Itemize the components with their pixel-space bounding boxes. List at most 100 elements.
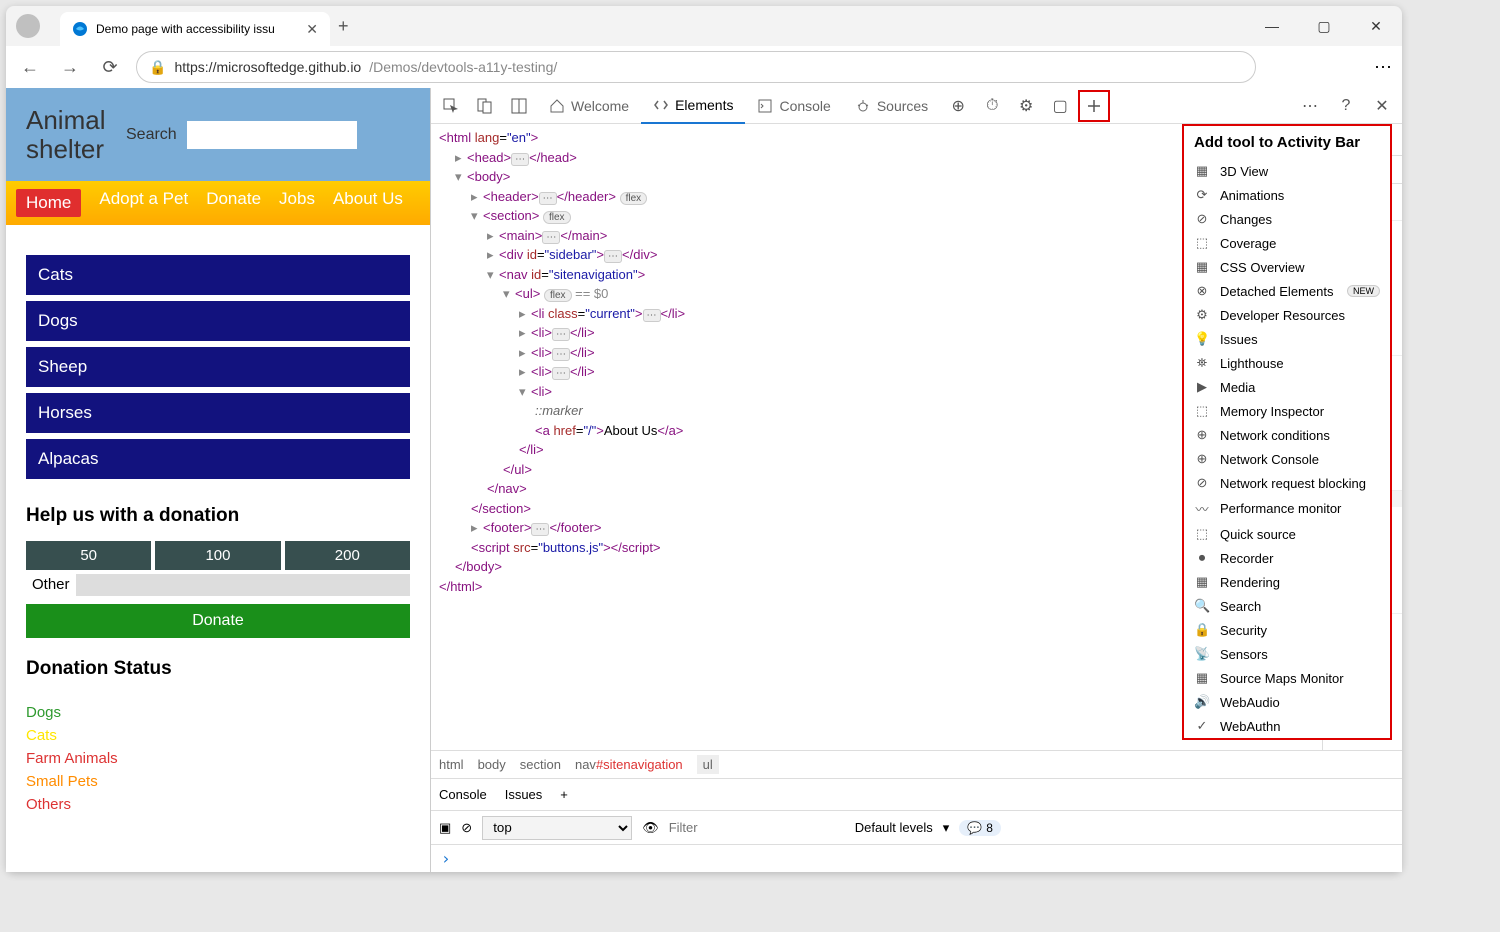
sidebar-item[interactable]: Alpacas — [26, 439, 410, 479]
sidebar-item[interactable]: Cats — [26, 255, 410, 295]
add-tool-menu-item[interactable]: ▶Media — [1184, 375, 1390, 399]
nav-item[interactable]: About Us — [333, 189, 403, 217]
other-row: Other — [26, 574, 410, 596]
add-tool-menu-item[interactable]: ⬚Memory Inspector — [1184, 399, 1390, 423]
settings-icon[interactable]: ⚙ — [1010, 90, 1042, 122]
add-tool-menu-item[interactable]: ⊗Detached ElementsNEW — [1184, 279, 1390, 303]
back-button[interactable]: ← — [16, 57, 44, 78]
network-throttle-icon[interactable]: ⊕ — [942, 90, 974, 122]
drawer-add-icon[interactable]: + — [560, 787, 568, 802]
drawer-tab-issues[interactable]: Issues — [505, 787, 543, 802]
devtools-drawer: Console Issues + ▣ ⊘ top 👁 Default level… — [431, 778, 1402, 872]
forward-button[interactable]: → — [56, 57, 84, 78]
browser-tab[interactable]: Demo page with accessibility issu ✕ — [60, 12, 330, 46]
nav-item[interactable]: Jobs — [279, 189, 315, 217]
console-sidebar-icon[interactable]: ▣ — [439, 820, 451, 836]
nav-item[interactable]: Adopt a Pet — [99, 189, 188, 217]
devtools-close-icon[interactable]: ✕ — [1366, 90, 1398, 122]
add-tool-menu-item[interactable]: ⊕Network conditions — [1184, 423, 1390, 447]
nav-item[interactable]: Donate — [206, 189, 261, 217]
donation-title: Help us with a donation — [26, 505, 410, 527]
devtools-tab[interactable]: Elements — [641, 88, 745, 124]
console-prompt[interactable]: › — [431, 845, 1402, 872]
profile-icon[interactable] — [16, 14, 40, 38]
tool-icon: ⟳ — [1194, 187, 1210, 203]
new-tab-button[interactable]: + — [338, 16, 349, 37]
status-item: Small Pets — [26, 773, 410, 790]
add-tool-menu-item[interactable]: 📡Sensors — [1184, 642, 1390, 666]
nav-item[interactable]: Home — [16, 189, 81, 217]
add-tool-menu-item[interactable]: ⊘Changes — [1184, 207, 1390, 231]
tool-icon: 🔊 — [1194, 694, 1210, 710]
minimize-button[interactable]: — — [1256, 18, 1288, 35]
add-tool-menu-item[interactable]: ⬚Coverage — [1184, 231, 1390, 255]
add-tool-menu-item[interactable]: ⛯Lighthouse — [1184, 351, 1390, 375]
breadcrumb-item[interactable]: nav#sitenavigation — [575, 757, 683, 772]
add-tool-menu-item[interactable]: 🔊WebAudio — [1184, 690, 1390, 714]
close-button[interactable]: ✕ — [1360, 18, 1392, 35]
application-icon[interactable]: ▢ — [1044, 90, 1076, 122]
devtools-more-icon[interactable]: ⋯ — [1294, 90, 1326, 122]
breadcrumb-item[interactable]: ul — [697, 755, 719, 774]
console-filter[interactable] — [669, 816, 845, 840]
add-tool-menu-item[interactable]: 〰Performance monitor — [1184, 495, 1390, 522]
add-tool-menu-item[interactable]: 💡Issues — [1184, 327, 1390, 351]
add-tool-menu-item[interactable]: 🔍Search — [1184, 594, 1390, 618]
donate-button[interactable]: Donate — [26, 604, 410, 638]
panel-layout-icon[interactable] — [503, 90, 535, 122]
tool-icon: ▦ — [1194, 259, 1210, 275]
drawer-tab-console[interactable]: Console — [439, 787, 487, 802]
device-toggle-icon[interactable] — [469, 90, 501, 122]
rendered-page[interactable]: Animal shelter Search HomeAdopt a PetDon… — [6, 88, 430, 872]
issue-badge[interactable]: 💬 8 — [959, 820, 1001, 836]
dom-breadcrumb[interactable]: html body section nav#sitenavigation ul — [431, 750, 1402, 778]
amount-button[interactable]: 200 — [285, 541, 410, 570]
add-tool-menu-item[interactable]: ⏺Recorder — [1184, 546, 1390, 570]
add-tool-menu-item[interactable]: ⊘Network request blocking — [1184, 471, 1390, 495]
more-menu-icon[interactable]: ⋯ — [1374, 57, 1392, 78]
tool-icon: ⊘ — [1194, 211, 1210, 227]
performance-icon[interactable]: ⏱ — [976, 90, 1008, 122]
console-context[interactable]: top — [482, 816, 632, 840]
refresh-button[interactable]: ⟳ — [96, 57, 124, 78]
log-levels[interactable]: Default levels — [855, 820, 933, 835]
sidebar-item[interactable]: Horses — [26, 393, 410, 433]
other-input[interactable] — [76, 574, 410, 596]
inspect-element-icon[interactable] — [435, 90, 467, 122]
add-tool-button[interactable] — [1078, 90, 1110, 122]
devtools-tab[interactable]: Sources — [843, 88, 940, 124]
sidebar-item[interactable]: Sheep — [26, 347, 410, 387]
donation-section: Help us with a donation 50100200 Other D… — [6, 495, 430, 648]
add-tool-menu-item[interactable]: ▦Rendering — [1184, 570, 1390, 594]
amount-button[interactable]: 50 — [26, 541, 151, 570]
devtools-tab[interactable]: Welcome — [537, 88, 641, 124]
sidebar-item[interactable]: Dogs — [26, 301, 410, 341]
devtools-tab[interactable]: Console — [745, 88, 842, 124]
add-tool-menu-item[interactable]: ▦CSS Overview — [1184, 255, 1390, 279]
add-tool-menu-item[interactable]: ⊕Network Console — [1184, 447, 1390, 471]
tool-icon: ⊕ — [1194, 451, 1210, 467]
search-input[interactable] — [187, 121, 357, 149]
add-tool-menu-item[interactable]: ⟳Animations — [1184, 183, 1390, 207]
live-expression-icon[interactable]: 👁 — [642, 820, 659, 836]
code-icon — [653, 97, 669, 113]
breadcrumb-item[interactable]: section — [520, 757, 561, 772]
add-tool-menu-item[interactable]: ⬚Quick source — [1184, 522, 1390, 546]
url-input[interactable]: 🔒 https://microsoftedge.github.io/Demos/… — [136, 51, 1256, 83]
amount-button[interactable]: 100 — [155, 541, 280, 570]
add-tool-menu-item[interactable]: ▦3D View — [1184, 159, 1390, 183]
close-icon[interactable]: ✕ — [306, 21, 318, 38]
add-tool-menu-item[interactable]: 🔒Security — [1184, 618, 1390, 642]
breadcrumb-item[interactable]: body — [478, 757, 506, 772]
tool-icon: ▦ — [1194, 670, 1210, 686]
tool-icon: ⛯ — [1194, 355, 1210, 371]
browser-window: Demo page with accessibility issu ✕ + — … — [6, 6, 1402, 872]
maximize-button[interactable]: ▢ — [1308, 18, 1340, 35]
breadcrumb-item[interactable]: html — [439, 757, 464, 772]
add-tool-menu-item[interactable]: ⚙Developer Resources — [1184, 303, 1390, 327]
help-icon[interactable]: ? — [1330, 90, 1362, 122]
clear-console-icon[interactable]: ⊘ — [461, 820, 472, 836]
add-tool-menu-item[interactable]: ▦Source Maps Monitor — [1184, 666, 1390, 690]
search-label: Search — [126, 126, 177, 144]
add-tool-menu-item[interactable]: ✓WebAuthn — [1184, 714, 1390, 738]
